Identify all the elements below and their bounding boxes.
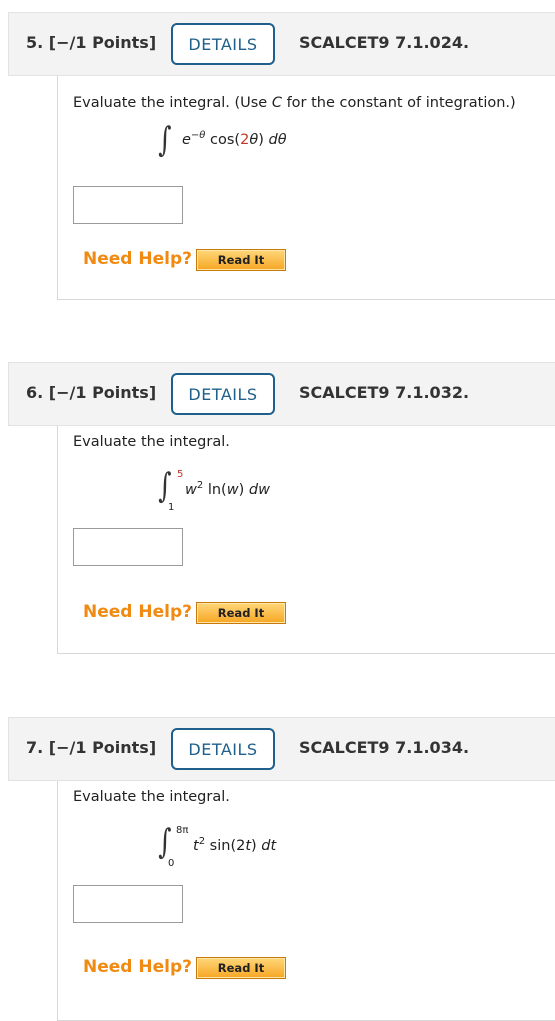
need-help-label: Need Help? [83,249,192,269]
question-5: 5. [−/1 Points] DETAILS SCALCET9 7.1.024… [0,12,555,302]
answer-input[interactable] [73,528,183,566]
integral-sign: ∫ [158,120,172,160]
question-code: SCALCET9 7.1.032. [299,383,470,402]
question-points: 7. [−/1 Points] [26,738,157,757]
question-code: SCALCET9 7.1.034. [299,738,470,757]
details-button[interactable]: DETAILS [171,23,275,65]
read-it-button[interactable]: Read It [196,249,286,271]
question-prompt: Evaluate the integral. [73,789,230,805]
integrand: e−θ cos(2θ) dθ [182,130,287,148]
question-body: Evaluate the integral. (Use C for the co… [57,76,555,300]
integrand: t2 sin(2t) dt [193,836,277,854]
question-body: Evaluate the integral. ∫ 8π 0 t2 sin(2t)… [57,781,555,1021]
need-help-label: Need Help? [83,602,192,622]
question-header: 6. [−/1 Points] DETAILS SCALCET9 7.1.032… [8,362,555,426]
question-points: 5. [−/1 Points] [26,33,157,52]
integrand: w2 ln(w) dw [185,480,270,498]
question-body: Evaluate the integral. ∫ 5 1 w2 ln(w) dw… [57,426,555,654]
integral-sign: ∫ [158,822,172,862]
need-help-label: Need Help? [83,957,192,977]
question-6: 6. [−/1 Points] DETAILS SCALCET9 7.1.032… [0,362,555,658]
question-points: 6. [−/1 Points] [26,383,157,402]
upper-limit: 5 [177,469,184,480]
read-it-button[interactable]: Read It [196,602,286,624]
details-button[interactable]: DETAILS [171,728,275,770]
answer-input[interactable] [73,186,183,224]
lower-limit: 0 [168,858,175,869]
lower-limit: 1 [168,502,175,513]
question-prompt: Evaluate the integral. [73,434,230,450]
question-header: 5. [−/1 Points] DETAILS SCALCET9 7.1.024… [8,12,555,76]
question-prompt: Evaluate the integral. (Use C for the co… [73,95,516,111]
question-code: SCALCET9 7.1.024. [299,33,470,52]
answer-input[interactable] [73,885,183,923]
details-button[interactable]: DETAILS [171,373,275,415]
question-header: 7. [−/1 Points] DETAILS SCALCET9 7.1.034… [8,717,555,781]
question-7: 7. [−/1 Points] DETAILS SCALCET9 7.1.034… [0,717,555,1021]
upper-limit: 8π [176,825,189,836]
integral-sign: ∫ [158,466,172,506]
read-it-button[interactable]: Read It [196,957,286,979]
